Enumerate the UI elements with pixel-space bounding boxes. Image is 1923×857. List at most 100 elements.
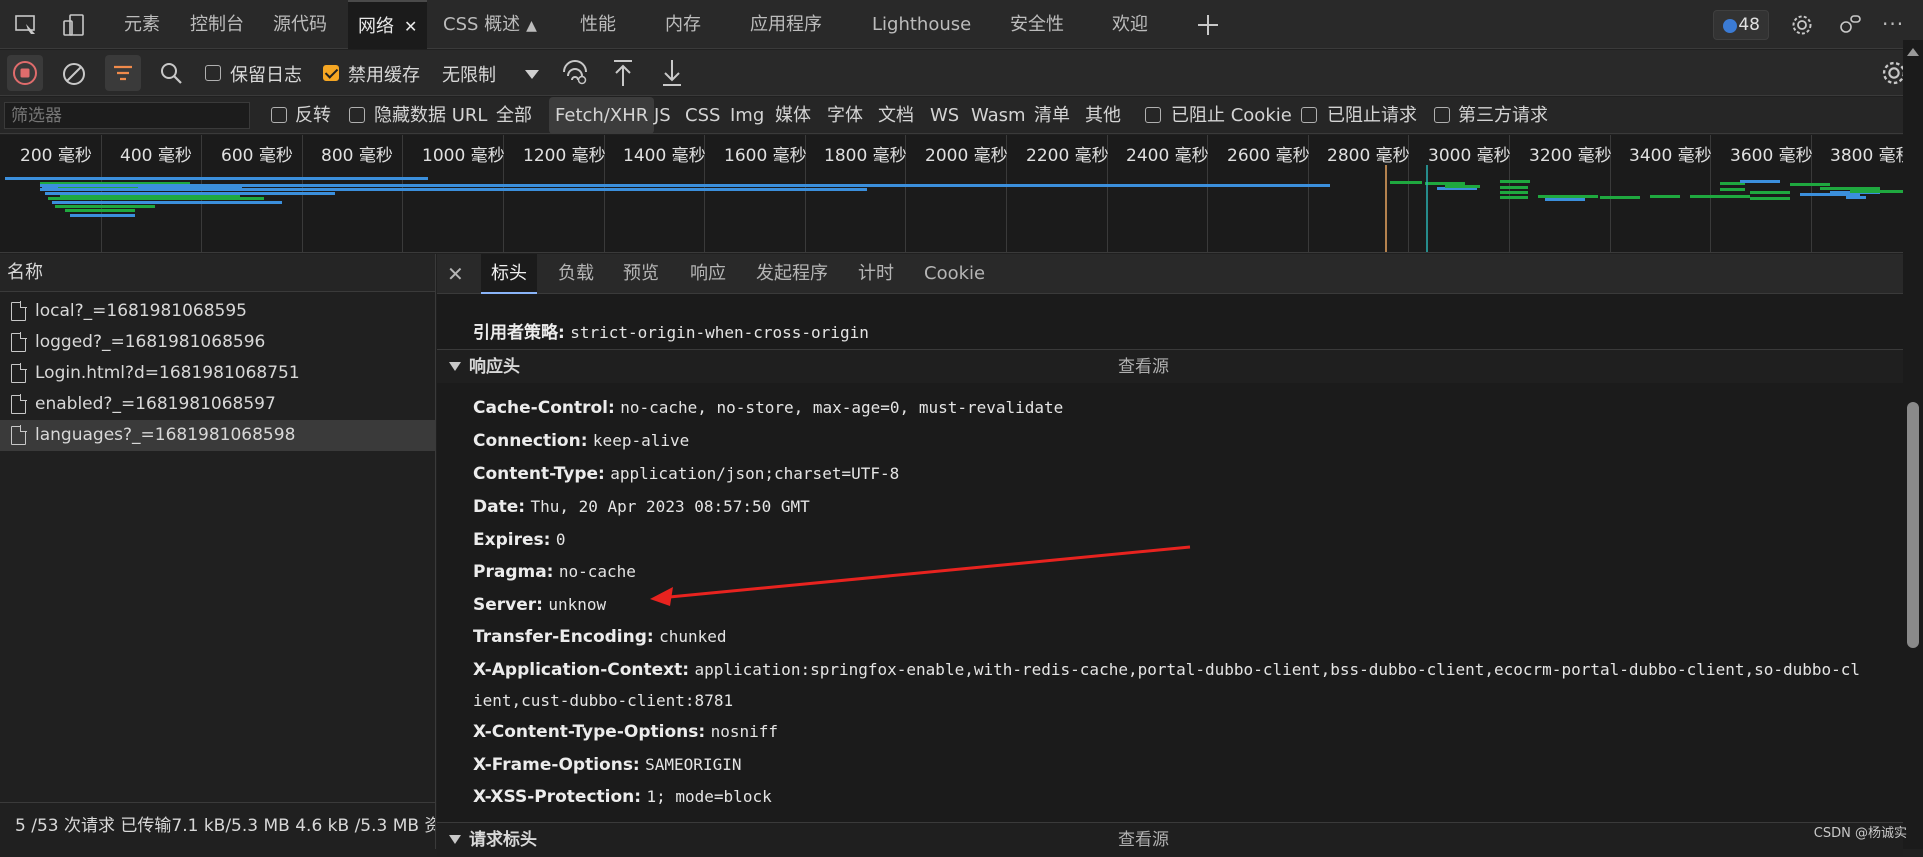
filter-type-ws[interactable]: WS [930, 97, 959, 134]
timeline-request-bar [52, 201, 282, 204]
request-name: enabled?_=1681981068597 [35, 394, 276, 414]
tab-css-overview-label: CSS 概述 [443, 14, 521, 35]
timeline-request-bar [1720, 188, 1745, 191]
file-icon [11, 332, 27, 352]
request-row[interactable]: logged?_=1681981068596 [0, 327, 435, 358]
timeline-request-bar [1538, 195, 1598, 198]
scrollbar-thumb[interactable] [1907, 402, 1919, 648]
network-conditions-icon[interactable] [561, 60, 589, 86]
blocked-requests-checkbox[interactable] [1301, 107, 1317, 123]
preserve-log-checkbox[interactable] [205, 65, 221, 81]
network-toolbar: 保留日志 禁用缓存 无限制 [0, 50, 1923, 96]
import-har-icon[interactable] [612, 59, 634, 87]
scroll-up-arrow-icon[interactable] [1907, 48, 1919, 56]
timeline-request-bar [65, 209, 135, 212]
tab-welcome[interactable]: 欢迎 [1112, 0, 1148, 49]
filter-toggle-button[interactable] [105, 55, 141, 91]
name-column-header[interactable]: 名称 [0, 254, 435, 292]
timeline-request-bar [1820, 187, 1880, 190]
timeline-request-bar [1500, 180, 1530, 183]
filter-input[interactable] [4, 102, 250, 129]
filter-type-font[interactable]: 字体 [827, 97, 863, 134]
third-party-checkbox[interactable] [1434, 107, 1450, 123]
filter-type-media[interactable]: 媒体 [775, 97, 811, 134]
timeline-request-bar [1750, 197, 1790, 200]
add-tab-icon[interactable] [1196, 13, 1220, 37]
tab-elements[interactable]: 元素 [124, 0, 160, 49]
filter-type-js[interactable]: JS [654, 97, 671, 134]
tab-performance[interactable]: 性能 [580, 0, 616, 49]
clear-icon[interactable] [61, 61, 87, 87]
throttling-value: 无限制 [442, 65, 496, 86]
invert-label: 反转 [295, 105, 331, 126]
blocked-requests-label: 已阻止请求 [1327, 105, 1417, 126]
blocked-cookies-label: 已阻止 Cookie [1171, 105, 1292, 126]
filter-type-other[interactable]: 其他 [1085, 97, 1121, 134]
disable-cache-checkbox[interactable] [323, 65, 339, 81]
tab-network[interactable]: 网络 ✕ [348, 0, 428, 49]
timeline-request-bar [40, 184, 1330, 187]
filter-type-img[interactable]: Img [730, 97, 764, 134]
request-row[interactable]: Login.html?d=1681981068751 [0, 358, 435, 389]
tab-css-overview[interactable]: CSS 概述 ▲ [443, 0, 537, 49]
preserve-log-label: 保留日志 [230, 65, 302, 86]
device-emulation-icon[interactable] [62, 13, 86, 37]
hide-data-url-checkbox[interactable] [349, 107, 365, 123]
timeline-request-bar [1425, 182, 1465, 185]
filter-type-doc[interactable]: 文档 [878, 97, 914, 134]
tab-sources[interactable]: 源代码 [273, 0, 327, 49]
export-har-icon[interactable] [661, 59, 683, 87]
filter-type-fetch-xhr[interactable]: Fetch/XHR [549, 97, 655, 134]
timeline-request-bar [1500, 186, 1528, 189]
inspect-element-icon[interactable] [14, 13, 38, 37]
invert-checkbox[interactable] [271, 107, 287, 123]
third-party-label: 第三方请求 [1458, 105, 1548, 126]
request-name: local?_=1681981068595 [35, 301, 247, 321]
request-details-pane: ✕ 标头 负载 预览 响应 发起程序 计时 Cookie 引用者策略: stri… [437, 254, 1923, 856]
record-button[interactable] [7, 55, 43, 91]
request-row-selected[interactable]: languages?_=1681981068598 [0, 420, 435, 451]
timeline-request-bar [1790, 183, 1830, 186]
tab-console[interactable]: 控制台 [190, 0, 244, 49]
request-row[interactable]: enabled?_=1681981068597 [0, 389, 435, 420]
close-tab-icon[interactable]: ✕ [404, 17, 417, 36]
timeline-request-bar [45, 192, 335, 195]
filter-icon [114, 65, 132, 81]
settings-gear-icon[interactable] [1790, 13, 1814, 37]
timeline-request-bar [1445, 185, 1480, 188]
file-icon [11, 363, 27, 383]
timeline-request-bar [1740, 180, 1780, 183]
tab-security[interactable]: 安全性 [1010, 0, 1064, 49]
issues-badge[interactable]: 48 [1713, 10, 1769, 40]
blocked-cookies-checkbox[interactable] [1145, 107, 1161, 123]
request-name: Login.html?d=1681981068751 [35, 363, 300, 383]
tab-memory[interactable]: 内存 [665, 0, 701, 49]
issues-icon [1723, 19, 1737, 33]
tab-lighthouse[interactable]: Lighthouse [872, 0, 971, 49]
tab-network-label: 网络 [358, 16, 394, 37]
timeline-waterfall [5, 165, 1923, 252]
network-overview-timeline[interactable]: 200 毫秒 400 毫秒 600 毫秒 800 毫秒 1000 毫秒 1200 毫秒 14… [0, 135, 1923, 253]
file-icon [11, 301, 27, 321]
timeline-request-bar [60, 195, 240, 198]
hide-data-url-label: 隐藏数据 URL [374, 105, 488, 126]
filter-type-wasm[interactable]: Wasm [971, 97, 1026, 134]
filter-bar: 反转 隐藏数据 URL 全部 Fetch/XHR JS CSS Img 媒体 字… [0, 97, 1923, 134]
filter-type-css[interactable]: CSS [685, 97, 720, 134]
request-row[interactable]: local?_=1681981068595 [0, 296, 435, 327]
filter-type-all[interactable]: 全部 [496, 97, 532, 134]
disable-cache-label: 禁用缓存 [348, 65, 420, 86]
timeline-request-bar [70, 214, 135, 217]
devtools-tab-bar: 元素 控制台 源代码 网络 ✕ CSS 概述 ▲ 性能 内存 应用程序 Lighth… [0, 0, 1923, 49]
network-summary-status: 5 /53 次请求 已传输7.1 kB/5.3 MB 4.6 kB /5.3 M… [0, 802, 435, 849]
customize-devtools-icon[interactable] [1838, 13, 1862, 37]
throttling-select[interactable]: 无限制 [435, 55, 545, 91]
timeline-request-bar [1500, 196, 1528, 199]
filter-type-manifest[interactable]: 清单 [1034, 97, 1070, 134]
search-icon[interactable] [159, 61, 183, 85]
timeline-request-bar [1600, 196, 1640, 199]
tab-application[interactable]: 应用程序 [750, 0, 822, 49]
issues-count: 48 [1738, 15, 1760, 35]
more-options-icon[interactable]: ··· [1882, 0, 1904, 49]
timeline-request-bar [1750, 191, 1790, 194]
